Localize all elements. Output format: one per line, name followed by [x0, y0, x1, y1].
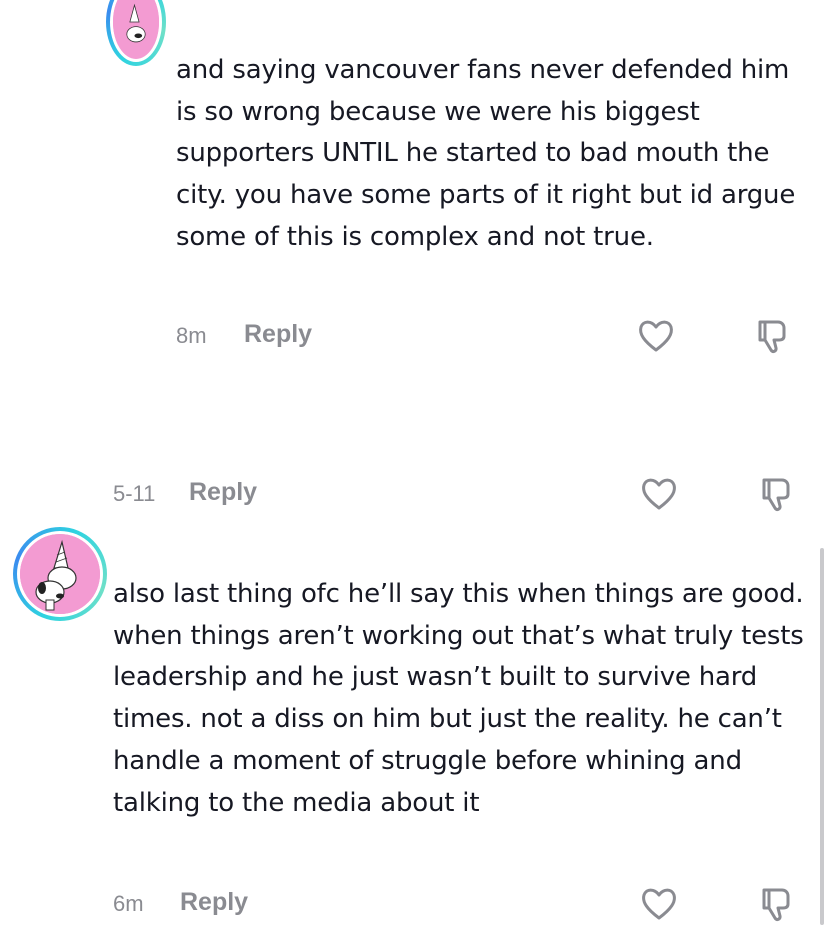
thumbs-down-icon [762, 888, 790, 921]
avatar-frame [17, 531, 103, 617]
comment-text: and saying vancouver fans never defended… [176, 55, 796, 252]
like-button[interactable] [639, 884, 679, 924]
comment-timestamp: 5-11 [113, 481, 156, 506]
avatar-frame [110, 0, 162, 62]
reply-button[interactable]: Reply [189, 478, 257, 507]
snoopy-unicorn-icon [20, 534, 100, 614]
avatar-image [113, 0, 159, 59]
comment-timestamp: 6m [113, 891, 144, 916]
scrollbar[interactable] [820, 548, 824, 925]
thumbs-down-icon [762, 478, 790, 511]
reply-button[interactable]: Reply [180, 888, 248, 917]
thumbs-down-icon [758, 320, 786, 353]
heart-icon [639, 320, 673, 352]
like-button[interactable] [636, 316, 676, 356]
dislike-button[interactable] [756, 474, 796, 514]
like-button[interactable] [639, 474, 679, 514]
heart-icon [642, 888, 676, 920]
dislike-button[interactable] [752, 316, 792, 356]
reply-button[interactable]: Reply [244, 320, 312, 349]
comment-timestamp: 8m [176, 323, 207, 348]
avatar[interactable] [13, 527, 107, 621]
comment-text: also last thing ofc he’ll say this when … [113, 579, 804, 818]
heart-icon [642, 478, 676, 510]
dislike-button[interactable] [756, 884, 796, 924]
snoopy-unicorn-icon [113, 0, 159, 45]
avatar-image [20, 534, 100, 614]
avatar[interactable] [106, 0, 166, 66]
